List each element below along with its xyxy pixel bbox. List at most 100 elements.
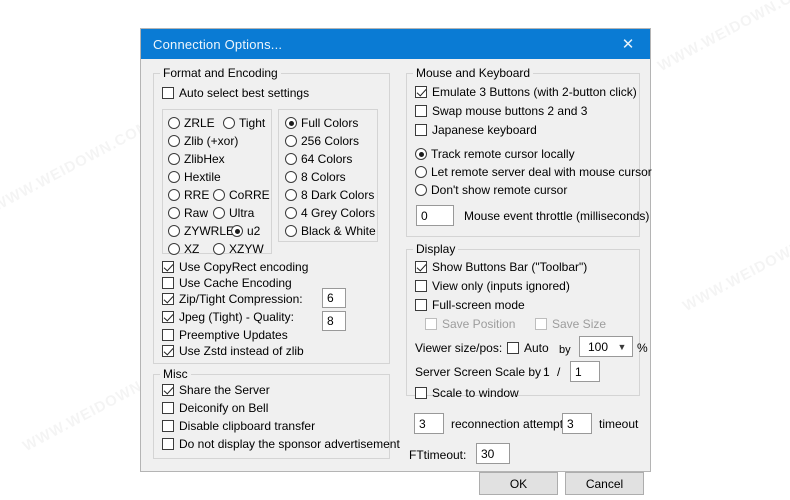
color-depth-subgroup: Full Colors 256 Colors 64 Colors 8 Color… (278, 109, 378, 242)
encoding-radio-ultra[interactable]: Ultra (213, 206, 254, 220)
jpeg-quality-input[interactable]: 8 (322, 311, 346, 331)
encoding-radio-xz[interactable]: XZ (168, 242, 199, 256)
hide-sponsor-advertisement-checkbox[interactable]: Do not display the sponsor advertisement (162, 437, 400, 451)
close-icon[interactable]: ✕ (606, 29, 650, 59)
color-radio-4-grey-colors[interactable]: 4 Grey Colors (285, 206, 375, 220)
watermark: WWW.WEIDOWN.COM (680, 217, 790, 315)
encoding-radio-corre[interactable]: CoRRE (213, 188, 270, 202)
mouse-throttle-label: Mouse event throttle (milliseconds) (464, 208, 650, 223)
radio-glyph (213, 189, 225, 201)
reconnection-attempts-label: reconnection attempts (451, 416, 570, 431)
timeout-label: timeout (599, 416, 639, 431)
radio-glyph (213, 243, 225, 255)
checkbox-label: Do not display the sponsor advertisement (179, 437, 400, 451)
show-buttons-bar-checkbox[interactable]: Show Buttons Bar ("Toolbar") (415, 260, 630, 274)
radio-glyph (285, 135, 297, 147)
encoding-radio-hextile[interactable]: Hextile (168, 170, 221, 184)
viewer-auto-checkbox[interactable]: Auto (507, 338, 549, 358)
radio-label: XZ (184, 242, 200, 256)
checkbox-glyph (162, 438, 174, 450)
encoding-radio-zrle[interactable]: ZRLE (168, 116, 215, 130)
color-radio-256-colors[interactable]: 256 Colors (285, 134, 359, 148)
radio-label: ZYWRLE (184, 224, 235, 238)
checkbox-label: View only (inputs ignored) (432, 279, 570, 293)
ok-button[interactable]: OK (479, 472, 558, 495)
reconnection-attempts-input[interactable]: 3 (414, 413, 444, 434)
percent-label: % (637, 341, 648, 355)
checkbox-glyph (162, 420, 174, 432)
emulate-3-buttons-checkbox[interactable]: Emulate 3 Buttons (with 2-button click) (415, 85, 637, 99)
scale-to-window-checkbox[interactable]: Scale to window (415, 386, 519, 400)
checkbox-label: Zip/Tight Compression: (179, 292, 303, 306)
encoding-radio-zywrle[interactable]: ZYWRLE (168, 224, 234, 238)
radio-label: Let remote server deal with mouse cursor (431, 165, 652, 179)
window-title: Connection Options... (153, 36, 283, 52)
radio-glyph (285, 189, 297, 201)
ft-timeout-input[interactable]: 30 (476, 443, 510, 464)
compression-level-input[interactable]: 6 (322, 288, 346, 308)
preemptive-updates-checkbox[interactable]: Preemptive Updates (162, 328, 288, 342)
checkbox-label: Full-screen mode (432, 298, 525, 312)
scale-denominator-input[interactable]: 1 (570, 361, 600, 382)
radio-glyph (231, 225, 243, 237)
encoding-radio-rre[interactable]: RRE (168, 188, 209, 202)
encoding-radio-xzyw[interactable]: XZYW (213, 242, 264, 256)
encoding-radio-zlib-xor[interactable]: Zlib (+xor) (168, 134, 238, 148)
checkbox-label: Share the Server (179, 383, 270, 397)
checkbox-label: Save Size (552, 317, 607, 331)
use-copyrect-encoding-checkbox[interactable]: Use CopyRect encoding (162, 260, 308, 274)
checkbox-glyph (162, 293, 174, 305)
use-zstd-instead-of-zlib-checkbox[interactable]: Use Zstd instead of zlib (162, 344, 304, 358)
radio-label: Hextile (184, 170, 221, 184)
checkbox-glyph (415, 86, 427, 98)
auto-select-best-settings-checkbox[interactable]: Auto select best settings (162, 86, 309, 100)
swap-mouse-buttons-checkbox[interactable]: Swap mouse buttons 2 and 3 (415, 104, 587, 118)
format-group-legend: Format and Encoding (160, 66, 281, 80)
watermark: WWW.WEIDOWN.COM (655, 0, 790, 75)
color-radio-8-dark-colors[interactable]: 8 Dark Colors (285, 188, 374, 202)
timeout-input[interactable]: 3 (562, 413, 592, 434)
deiconify-on-bell-checkbox[interactable]: Deiconify on Bell (162, 401, 268, 415)
mouse-throttle-input[interactable]: 0 (416, 205, 454, 226)
checkbox-label: Show Buttons Bar ("Toolbar") (432, 260, 588, 274)
checkbox-label: Auto select best settings (179, 86, 310, 100)
let-server-deal-with-cursor-radio[interactable]: Let remote server deal with mouse cursor (415, 165, 652, 179)
use-cache-encoding-checkbox[interactable]: Use Cache Encoding (162, 276, 292, 290)
full-screen-mode-checkbox[interactable]: Full-screen mode (415, 298, 525, 312)
view-only-checkbox[interactable]: View only (inputs ignored) (415, 279, 570, 293)
checkbox-glyph (415, 387, 427, 399)
radio-label: CoRRE (229, 188, 270, 202)
encoding-radio-zlibhex[interactable]: ZlibHex (168, 152, 225, 166)
jpeg-tight-quality-checkbox[interactable]: Jpeg (Tight) - Quality: (162, 310, 294, 324)
japanese-keyboard-checkbox[interactable]: Japanese keyboard (415, 123, 537, 137)
display-group: Display Show Buttons Bar ("Toolbar") Vie… (406, 242, 648, 400)
color-radio-full-colors[interactable]: Full Colors (285, 116, 358, 130)
disable-clipboard-transfer-checkbox[interactable]: Disable clipboard transfer (162, 419, 315, 433)
radio-glyph (415, 184, 427, 196)
checkbox-glyph (415, 105, 427, 117)
checkbox-label: Japanese keyboard (432, 123, 537, 137)
encoding-radio-tight[interactable]: Tight (223, 116, 265, 130)
mouse-and-keyboard-group: Mouse and Keyboard Emulate 3 Buttons (wi… (406, 66, 652, 237)
share-the-server-checkbox[interactable]: Share the Server (162, 383, 270, 397)
dialog-body: Format and Encoding Auto select best set… (141, 59, 652, 495)
color-radio-8-colors[interactable]: 8 Colors (285, 170, 346, 184)
encoding-radio-u2[interactable]: u2 (231, 224, 260, 238)
zoom-percent-combobox[interactable]: 100 ▼ (579, 336, 633, 357)
checkbox-glyph (425, 318, 437, 330)
encoding-radio-raw[interactable]: Raw (168, 206, 208, 220)
track-remote-cursor-locally-radio[interactable]: Track remote cursor locally (415, 147, 575, 161)
viewer-by-label: by (559, 344, 571, 356)
color-radio-64-colors[interactable]: 64 Colors (285, 152, 352, 166)
checkbox-label: Save Position (442, 317, 516, 331)
dont-show-remote-cursor-radio[interactable]: Don't show remote cursor (415, 183, 567, 197)
radio-glyph (168, 153, 180, 165)
color-radio-black-and-white[interactable]: Black & White (285, 224, 376, 238)
checkbox-label: Swap mouse buttons 2 and 3 (432, 104, 588, 118)
cancel-button[interactable]: Cancel (565, 472, 644, 495)
misc-group-legend: Misc (160, 367, 191, 381)
radio-label: Ultra (229, 206, 255, 220)
ft-timeout-label: FTtimeout: (409, 447, 467, 462)
zip-tight-compression-checkbox[interactable]: Zip/Tight Compression: (162, 292, 303, 306)
display-group-legend: Display (413, 242, 459, 256)
